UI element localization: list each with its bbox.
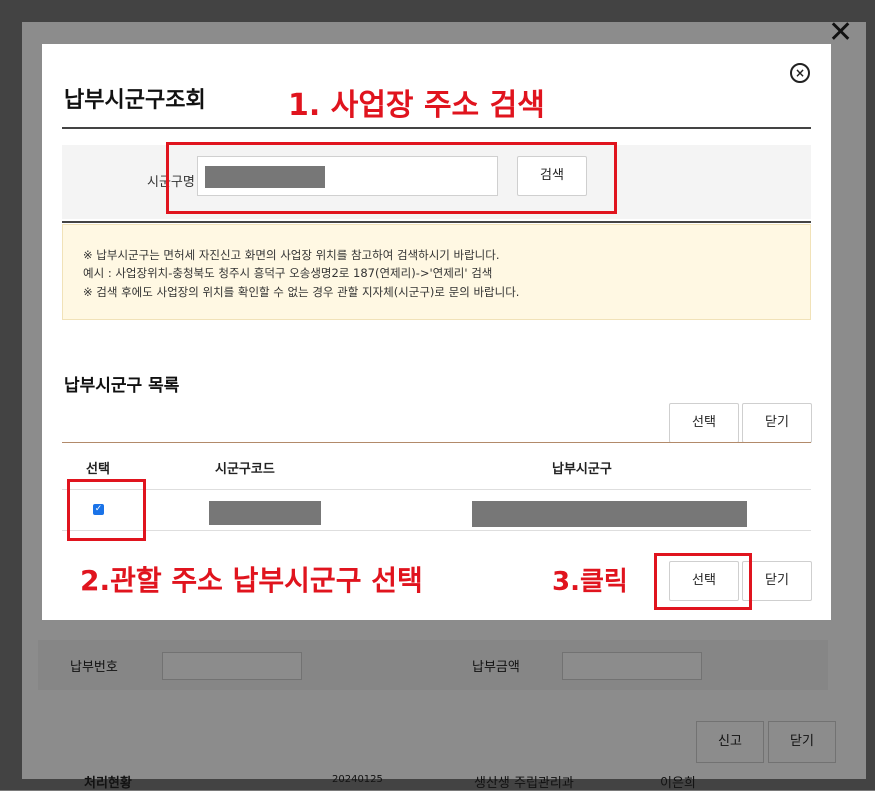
top-select-button[interactable]: 선택 <box>669 403 739 443</box>
annotation-box-select-button <box>654 553 752 610</box>
annotation-step1: 1. 사업장 주소 검색 <box>288 88 545 123</box>
title-divider <box>62 127 811 129</box>
redacted-district-code <box>209 501 321 525</box>
table-top-border <box>62 442 811 443</box>
redacted-district-name <box>472 501 747 527</box>
top-close-button[interactable]: 닫기 <box>742 403 812 443</box>
column-header-district: 납부시군구 <box>552 462 612 477</box>
notice-line: ※ 검색 후에도 사업장의 위치를 확인할 수 없는 경우 관할 지자체(시군구… <box>83 285 520 299</box>
annotation-step2: 2.관할 주소 납부시군구 선택 <box>80 564 423 597</box>
annotation-step3: 3.클릭 <box>552 567 628 597</box>
modal-title: 납부시군구조회 <box>64 88 206 113</box>
notice-line: ※ 납부시군구는 면허세 자진신고 화면의 사업장 위치를 참고하여 검색하시기… <box>83 248 500 262</box>
list-title: 납부시군구 목록 <box>64 376 180 396</box>
district-lookup-modal: 납부시군구조회 × 시군구명 <box>42 44 831 620</box>
annotation-box-checkbox <box>67 479 146 541</box>
table-row-divider <box>62 530 811 531</box>
notice-line: 예시 : 사업장위치-충청북도 청주시 흥덕구 오송생명2로 187(연제리)-… <box>83 266 493 280</box>
column-header-code: 시군구코드 <box>215 462 275 477</box>
close-icon[interactable]: ✕ <box>828 18 853 48</box>
modal-close-icon[interactable]: × <box>790 63 810 83</box>
notice-box: ※ 납부시군구는 면허세 자진신고 화면의 사업장 위치를 참고하여 검색하시기… <box>62 224 811 320</box>
annotation-box-search <box>166 142 617 214</box>
table-header-divider <box>62 489 811 490</box>
bottom-close-button[interactable]: 닫기 <box>742 561 812 601</box>
search-divider <box>62 221 811 223</box>
column-header-select: 선택 <box>86 462 110 477</box>
